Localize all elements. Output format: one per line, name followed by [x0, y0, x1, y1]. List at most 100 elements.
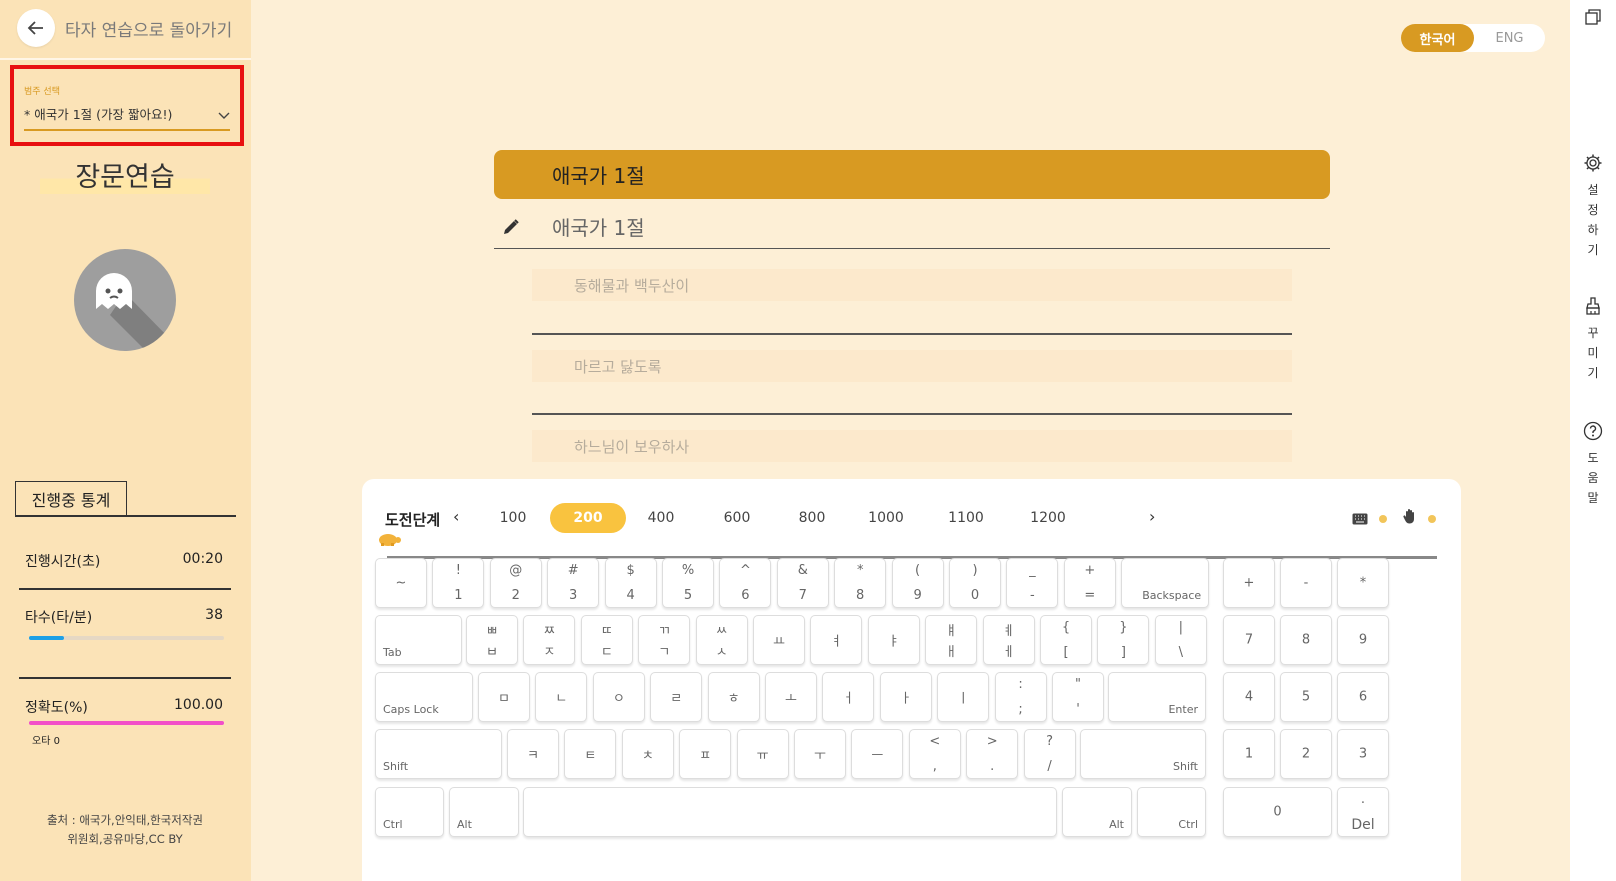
- level-option[interactable]: 1200: [1010, 503, 1086, 533]
- lang-english-button[interactable]: ENG: [1474, 24, 1545, 52]
- numpad-key[interactable]: 3: [1337, 729, 1389, 779]
- right-ctrl-key[interactable]: Ctrl: [1137, 787, 1206, 837]
- key[interactable]: ㅆㅅ: [695, 615, 748, 665]
- left-alt-key[interactable]: Alt: [449, 787, 519, 837]
- key[interactable]: ㅓ: [822, 672, 875, 722]
- key[interactable]: ㅠ: [736, 729, 789, 779]
- numpad-key[interactable]: 9: [1337, 615, 1389, 665]
- key[interactable]: ㅖㅔ: [982, 615, 1035, 665]
- key[interactable]: ㄴ: [535, 672, 588, 722]
- key[interactable]: _ -: [1006, 558, 1059, 608]
- key[interactable]: " ': [1052, 672, 1104, 722]
- right-shift-key[interactable]: Shift: [1080, 729, 1206, 779]
- key[interactable]: (9: [891, 558, 944, 608]
- settings-button[interactable]: 설정하기: [1570, 153, 1616, 260]
- numpad-key[interactable]: 5: [1280, 672, 1332, 722]
- key[interactable]: * 8: [834, 558, 887, 608]
- key[interactable]: ㄹ: [650, 672, 703, 722]
- key[interactable]: ㄲㄱ: [638, 615, 691, 665]
- key[interactable]: ㅊ: [621, 729, 674, 779]
- key[interactable]: ! 1: [432, 558, 485, 608]
- key[interactable]: ㅌ: [564, 729, 617, 779]
- key[interactable]: ㅕ: [810, 615, 863, 665]
- key-label: ^: [739, 563, 751, 578]
- key[interactable]: ㅁ: [478, 672, 530, 722]
- key[interactable]: <,: [908, 729, 961, 779]
- level-option[interactable]: 400: [623, 503, 699, 533]
- category-select[interactable]: 범주 선택 * 애국가 1절 (가장 짧아요!): [10, 65, 244, 146]
- key[interactable]: ㅇ: [592, 672, 645, 722]
- keyboard-panel: 도전단계 ‹ › 100 200 400 600 800 1000 1100 1200 ~! 1…: [362, 479, 1461, 881]
- key[interactable]: ~: [375, 558, 427, 608]
- key[interactable]: ^ 6: [719, 558, 772, 608]
- level-option[interactable]: 1000: [848, 503, 924, 533]
- key-label: ㅓ: [842, 691, 855, 707]
- back-to-typing-button[interactable]: 타자 연습으로 돌아가기: [17, 9, 237, 47]
- numpad-key[interactable]: 6: [1337, 672, 1389, 722]
- key[interactable]: % 5: [662, 558, 714, 608]
- speed-bar-fill: [29, 636, 65, 640]
- numpad-key[interactable]: 8: [1280, 615, 1332, 665]
- category-value: * 애국가 1절 (가장 짧아요!): [24, 107, 173, 122]
- key[interactable]: ㅡ: [851, 729, 904, 779]
- right-alt-key[interactable]: Alt: [1062, 787, 1132, 837]
- numpad-key[interactable]: 7: [1223, 615, 1275, 665]
- key[interactable]: ㅛ: [753, 615, 805, 665]
- level-prev-button[interactable]: ‹: [453, 507, 459, 526]
- key[interactable]: ) 0: [949, 558, 1001, 608]
- numpad-key[interactable]: 4: [1223, 672, 1275, 722]
- keyboard-view-toggle[interactable]: [1352, 510, 1368, 529]
- hand-view-toggle[interactable]: [1402, 508, 1418, 528]
- key[interactable]: >.: [966, 729, 1019, 779]
- space-key[interactable]: [523, 787, 1057, 837]
- key[interactable]: ㅣ: [937, 672, 990, 722]
- key[interactable]: ㅍ: [679, 729, 732, 779]
- key[interactable]: :;: [994, 672, 1047, 722]
- decorate-button[interactable]: 꾸미기: [1570, 296, 1616, 383]
- numpad-key[interactable]: 2: [1280, 729, 1332, 779]
- key[interactable]: ㅜ: [794, 729, 846, 779]
- level-option[interactable]: 200: [550, 503, 626, 533]
- key[interactable]: & 7: [776, 558, 829, 608]
- key[interactable]: ㅏ: [879, 672, 932, 722]
- numpad-zero-key[interactable]: 0: [1223, 787, 1332, 837]
- key[interactable]: }]: [1097, 615, 1150, 665]
- level-option[interactable]: 800: [774, 503, 850, 533]
- backspace-key[interactable]: Backspace: [1121, 558, 1210, 608]
- help-button[interactable]: 도움말: [1570, 421, 1616, 508]
- numpad-key[interactable]: -: [1280, 558, 1332, 608]
- key-label: Ctrl: [1178, 818, 1198, 831]
- lang-korean-button[interactable]: 한국어: [1401, 24, 1474, 52]
- key[interactable]: {[: [1040, 615, 1092, 665]
- key[interactable]: ㅉㅈ: [523, 615, 576, 665]
- key[interactable]: ㅃㅂ: [466, 615, 518, 665]
- level-option[interactable]: 1100: [928, 503, 1004, 533]
- window-icon: [1585, 9, 1601, 25]
- typing-input[interactable]: 애국가 1절: [494, 205, 1330, 249]
- left-ctrl-key[interactable]: Ctrl: [375, 787, 444, 837]
- key[interactable]: + =: [1063, 558, 1116, 608]
- key[interactable]: ㄸㄷ: [580, 615, 633, 665]
- numpad-del-key[interactable]: . Del: [1337, 787, 1389, 837]
- key[interactable]: ㅑ: [867, 615, 920, 665]
- key[interactable]: ㅗ: [765, 672, 817, 722]
- level-next-button[interactable]: ›: [1149, 507, 1155, 526]
- key[interactable]: ㅒㅐ: [925, 615, 978, 665]
- caps-lock-key[interactable]: Caps Lock: [375, 672, 473, 722]
- key[interactable]: @2: [489, 558, 542, 608]
- key[interactable]: #3: [547, 558, 600, 608]
- numpad-key[interactable]: 1: [1223, 729, 1275, 779]
- key[interactable]: ㅋ: [507, 729, 559, 779]
- key[interactable]: ? /: [1023, 729, 1076, 779]
- left-shift-key[interactable]: Shift: [375, 729, 502, 779]
- numpad-key[interactable]: *: [1337, 558, 1389, 608]
- key[interactable]: | \: [1154, 615, 1207, 665]
- level-option[interactable]: 600: [699, 503, 775, 533]
- level-option[interactable]: 100: [475, 503, 551, 533]
- tab-key[interactable]: Tab: [375, 615, 462, 665]
- enter-key[interactable]: Enter: [1108, 672, 1206, 722]
- key[interactable]: ㅎ: [707, 672, 760, 722]
- key[interactable]: $4: [604, 558, 657, 608]
- window-toggle-button[interactable]: [1570, 8, 1616, 29]
- numpad-key[interactable]: +: [1223, 558, 1275, 608]
